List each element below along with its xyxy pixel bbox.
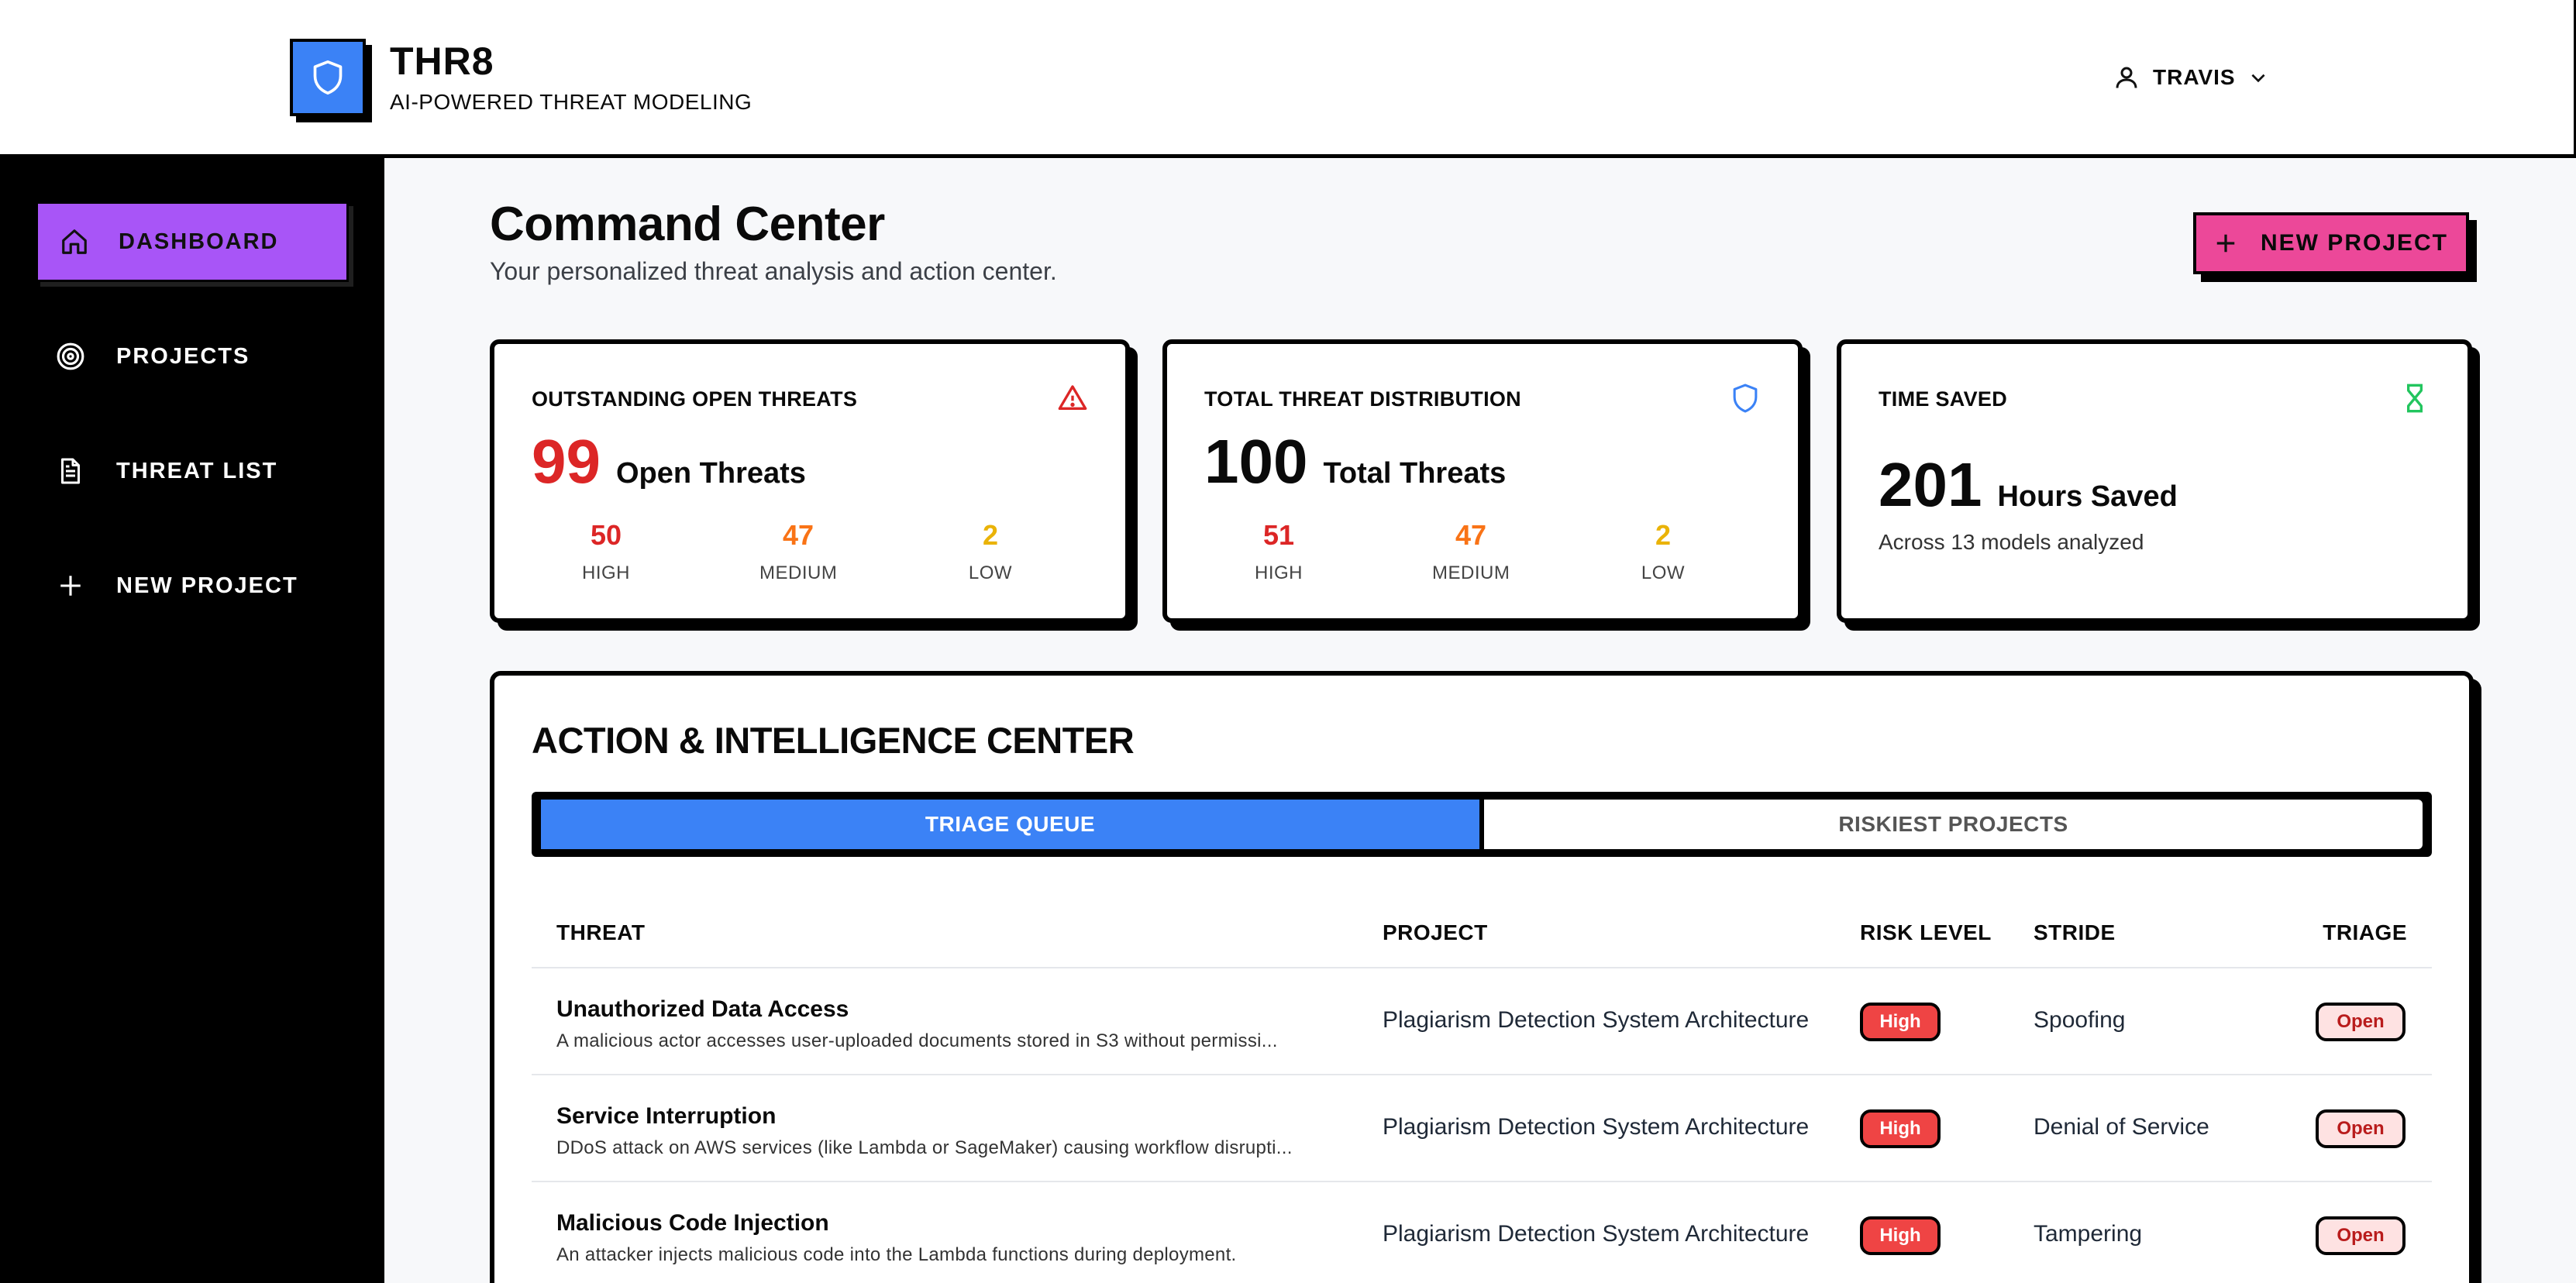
page-subtitle: Your personalized threat analysis and ac…: [490, 257, 1057, 285]
column-triage[interactable]: TRIAGE: [2323, 920, 2407, 945]
card-label: TIME SAVED: [1879, 387, 2008, 411]
risk-badge: High: [1860, 1216, 1941, 1255]
column-stride[interactable]: STRIDE: [2034, 920, 2116, 945]
low-value: 2: [982, 519, 999, 551]
page-title: Command Center: [490, 198, 885, 251]
open-threats-value: 99: [532, 427, 601, 496]
new-project-label: NEW PROJECT: [2260, 230, 2449, 256]
high-value: 51: [1262, 519, 1295, 551]
hours-saved-value: 201: [1879, 450, 1982, 519]
shield-icon: [1733, 384, 1758, 413]
panel-title: ACTION & INTELLIGENCE CENTER: [532, 720, 1135, 761]
warning-icon: [1058, 385, 1087, 410]
sidebar-item-projects[interactable]: PROJECTS: [36, 316, 349, 397]
high-label: HIGH: [1255, 562, 1303, 583]
stride-category: Tampering: [2034, 1221, 2143, 1247]
high-count: 51 HIGH: [1240, 519, 1317, 584]
user-menu[interactable]: TRAVIS: [2113, 60, 2268, 95]
low-count: 2 LOW: [1624, 519, 1702, 584]
total-threats-label: Total Threats: [1323, 457, 1507, 490]
high-label: HIGH: [582, 562, 630, 583]
risk-badge: High: [1860, 1109, 1941, 1148]
hourglass-icon: [2407, 384, 2423, 413]
low-label: LOW: [968, 562, 1013, 583]
threat-description: An attacker injects malicious code into …: [556, 1244, 1237, 1265]
column-project[interactable]: PROJECT: [1383, 920, 1488, 945]
action-intelligence-panel: ACTION & INTELLIGENCE CENTER TRIAGE QUEU…: [490, 671, 2474, 1283]
chevron-down-icon: [2251, 74, 2265, 83]
sidebar-item-label: PROJECTS: [116, 343, 250, 369]
threat-name: Service Interruption: [556, 1103, 777, 1129]
models-analyzed-text: Across 13 models analyzed: [1879, 530, 2144, 554]
triage-status-button[interactable]: Open: [2316, 1216, 2406, 1255]
column-risk-level[interactable]: RISK LEVEL: [1860, 920, 1992, 945]
table-row[interactable]: Unauthorized Data Access A malicious act…: [532, 968, 2432, 1075]
table-row[interactable]: Service Interruption DDoS attack on AWS …: [532, 1075, 2432, 1182]
medium-count: 47 MEDIUM: [1432, 519, 1510, 584]
high-count: 50 HIGH: [567, 519, 645, 584]
target-icon: [54, 340, 87, 373]
table-row[interactable]: Malicious Code Injection An attacker inj…: [532, 1182, 2432, 1283]
threat-project: Plagiarism Detection System Architecture: [1383, 1221, 1810, 1247]
low-value: 2: [1655, 519, 1672, 551]
sidebar-item-label: DASHBOARD: [119, 229, 279, 254]
medium-label: MEDIUM: [759, 562, 838, 583]
plus-icon: [2216, 234, 2235, 253]
brand-title: THR8: [390, 40, 494, 83]
threat-distribution-card: TOTAL THREAT DISTRIBUTION 100 Total Thre…: [1162, 339, 1803, 623]
medium-value: 47: [782, 519, 814, 551]
document-icon: [54, 455, 87, 487]
low-label: LOW: [1641, 562, 1686, 583]
column-threat[interactable]: THREAT: [556, 920, 645, 945]
low-count: 2 LOW: [952, 519, 1029, 584]
sidebar-item-dashboard[interactable]: DASHBOARD: [36, 201, 349, 282]
high-value: 50: [590, 519, 622, 551]
threat-project: Plagiarism Detection System Architecture: [1383, 1114, 1810, 1140]
new-project-button[interactable]: NEW PROJECT: [2193, 212, 2469, 274]
hours-saved-label: Hours Saved: [1997, 480, 2178, 513]
sidebar-item-label: THREAT LIST: [116, 458, 278, 483]
threat-project: Plagiarism Detection System Architecture: [1383, 1007, 1810, 1033]
medium-label: MEDIUM: [1432, 562, 1510, 583]
threat-name: Malicious Code Injection: [556, 1210, 829, 1236]
card-label: OUTSTANDING OPEN THREATS: [532, 387, 858, 411]
table-header: THREAT PROJECT RISK LEVEL STRIDE TRIAGE: [532, 894, 2432, 968]
tab-triage-queue[interactable]: TRIAGE QUEUE: [541, 800, 1479, 849]
time-saved-card: TIME SAVED 201 Hours Saved Across 13 mod…: [1837, 339, 2472, 623]
user-name: TRAVIS: [2153, 65, 2236, 89]
sidebar-item-threat-list[interactable]: THREAT LIST: [36, 431, 349, 511]
open-threats-card: OUTSTANDING OPEN THREATS 99 Open Threats…: [490, 339, 1130, 623]
threat-description: DDoS attack on AWS services (like Lambda…: [556, 1137, 1293, 1158]
triage-status-button[interactable]: Open: [2316, 1109, 2406, 1148]
home-icon: [58, 225, 91, 258]
sidebar-item-label: NEW PROJECT: [116, 573, 298, 598]
top-header: THR8 AI-POWERED THREAT MODELING TRAVIS: [0, 0, 2576, 158]
risk-badge: High: [1860, 1003, 1941, 1041]
card-label: TOTAL THREAT DISTRIBUTION: [1204, 387, 1521, 411]
plus-icon: [54, 569, 87, 602]
shield-icon: [313, 60, 343, 95]
tab-riskiest-projects[interactable]: RISKIEST PROJECTS: [1484, 800, 2423, 849]
sidebar: DASHBOARD PROJECTS THREAT LIST NEW PROJE…: [0, 158, 384, 1283]
medium-value: 47: [1455, 519, 1487, 551]
total-threats-value: 100: [1204, 427, 1308, 496]
logo[interactable]: [290, 39, 366, 116]
open-threats-label: Open Threats: [615, 457, 806, 490]
brand-subtitle: AI-POWERED THREAT MODELING: [390, 90, 752, 114]
user-icon: [2116, 67, 2137, 88]
stride-category: Spoofing: [2034, 1007, 2126, 1033]
threat-name: Unauthorized Data Access: [556, 996, 849, 1022]
sidebar-item-new-project[interactable]: NEW PROJECT: [36, 545, 349, 626]
stride-category: Denial of Service: [2034, 1114, 2209, 1140]
medium-count: 47 MEDIUM: [759, 519, 837, 584]
threat-description: A malicious actor accesses user-uploaded…: [556, 1030, 1278, 1051]
triage-status-button[interactable]: Open: [2316, 1003, 2406, 1041]
tab-bar: TRIAGE QUEUE RISKIEST PROJECTS: [532, 792, 2432, 857]
